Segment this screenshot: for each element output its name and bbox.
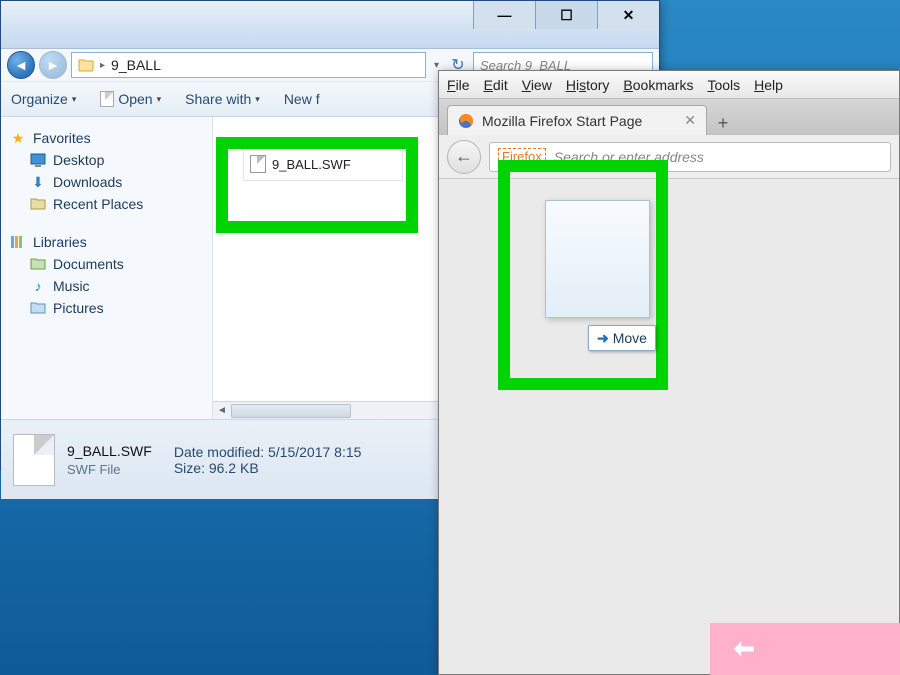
star-icon: ★ [9, 130, 27, 146]
file-type-icon [13, 434, 55, 486]
chevron-right-icon: ▸ [100, 60, 105, 71]
firefox-tabstrip: Mozilla Firefox Start Page ✕ + [439, 99, 899, 135]
address-bar[interactable]: Firefox Search or enter address [489, 142, 891, 172]
move-label: Move [613, 330, 647, 346]
nav-back-button[interactable]: ◄ [7, 51, 35, 79]
sidebar-favorites[interactable]: ★Favorites [1, 127, 212, 149]
details-size-label: Size: [174, 460, 205, 476]
details-filename: 9_BALL.SWF [67, 443, 152, 459]
open-menu[interactable]: Open▾ [100, 91, 161, 107]
recent-icon [29, 196, 47, 212]
menu-tools[interactable]: Tools [707, 77, 740, 93]
folder-icon [78, 58, 94, 72]
documents-icon [29, 256, 47, 272]
sidebar-recent-places[interactable]: Recent Places [1, 193, 212, 215]
download-icon: ⬇ [29, 174, 47, 190]
organize-menu[interactable]: Organize▾ [11, 91, 76, 107]
scroll-left-button[interactable]: ◄ [213, 402, 231, 419]
details-filetype: SWF File [67, 462, 152, 477]
libraries-icon [9, 234, 27, 250]
watermark-icon [730, 634, 760, 664]
tab-title: Mozilla Firefox Start Page [482, 113, 676, 129]
pictures-icon [29, 300, 47, 316]
move-arrow-icon: ➜ [597, 330, 609, 347]
explorer-sidebar: ★Favorites Desktop ⬇Downloads Recent Pla… [1, 117, 213, 419]
firefox-window: File Edit View History Bookmarks Tools H… [438, 70, 900, 675]
file-icon [100, 91, 114, 107]
drag-ghost-thumbnail [545, 200, 650, 318]
nav-forward-button[interactable]: ► [39, 51, 67, 79]
maximize-button[interactable]: ☐ [535, 1, 597, 29]
explorer-titlebar[interactable]: — ☐ ✕ [1, 1, 659, 49]
menu-bookmarks[interactable]: Bookmarks [623, 77, 693, 93]
firefox-icon [458, 113, 474, 129]
new-folder-button[interactable]: New f [284, 91, 320, 107]
path-segment: 9_BALL [111, 57, 161, 73]
chevron-down-icon[interactable]: ▾ [430, 60, 443, 71]
sidebar-downloads[interactable]: ⬇Downloads [1, 171, 212, 193]
firefox-menubar: File Edit View History Bookmarks Tools H… [439, 71, 899, 99]
menu-history[interactable]: History [566, 77, 610, 93]
share-menu[interactable]: Share with▾ [185, 91, 260, 107]
sidebar-desktop[interactable]: Desktop [1, 149, 212, 171]
file-name: 9_BALL.SWF [272, 157, 351, 172]
minimize-button[interactable]: — [473, 1, 535, 29]
url-tag: Firefox [498, 148, 546, 165]
details-size-value: 96.2 KB [209, 460, 259, 476]
menu-view[interactable]: View [522, 77, 552, 93]
address-bar[interactable]: ▸ 9_BALL [71, 52, 426, 78]
scroll-thumb[interactable] [231, 404, 351, 418]
file-item[interactable]: 9_BALL.SWF [243, 147, 403, 181]
drop-tooltip: ➜ Move [588, 325, 656, 351]
firefox-navbar: ← Firefox Search or enter address [439, 135, 899, 179]
desktop-icon [29, 152, 47, 168]
menu-file[interactable]: File [447, 77, 470, 93]
menu-help[interactable]: Help [754, 77, 783, 93]
browser-back-button[interactable]: ← [447, 140, 481, 174]
sidebar-documents[interactable]: Documents [1, 253, 212, 275]
url-placeholder: Search or enter address [554, 149, 704, 165]
details-modified-label: Date modified: [174, 444, 264, 460]
music-icon: ♪ [29, 278, 47, 294]
sidebar-libraries[interactable]: Libraries [1, 231, 212, 253]
tab-close-button[interactable]: ✕ [684, 112, 696, 129]
browser-content[interactable] [439, 179, 899, 674]
new-tab-button[interactable]: + [709, 111, 737, 135]
watermark-box [710, 623, 900, 675]
file-icon [250, 155, 266, 173]
sidebar-music[interactable]: ♪Music [1, 275, 212, 297]
close-button[interactable]: ✕ [597, 1, 659, 29]
browser-tab[interactable]: Mozilla Firefox Start Page ✕ [447, 105, 707, 135]
menu-edit[interactable]: Edit [484, 77, 508, 93]
sidebar-pictures[interactable]: Pictures [1, 297, 212, 319]
details-modified-value: 5/15/2017 8:15 [268, 444, 361, 460]
